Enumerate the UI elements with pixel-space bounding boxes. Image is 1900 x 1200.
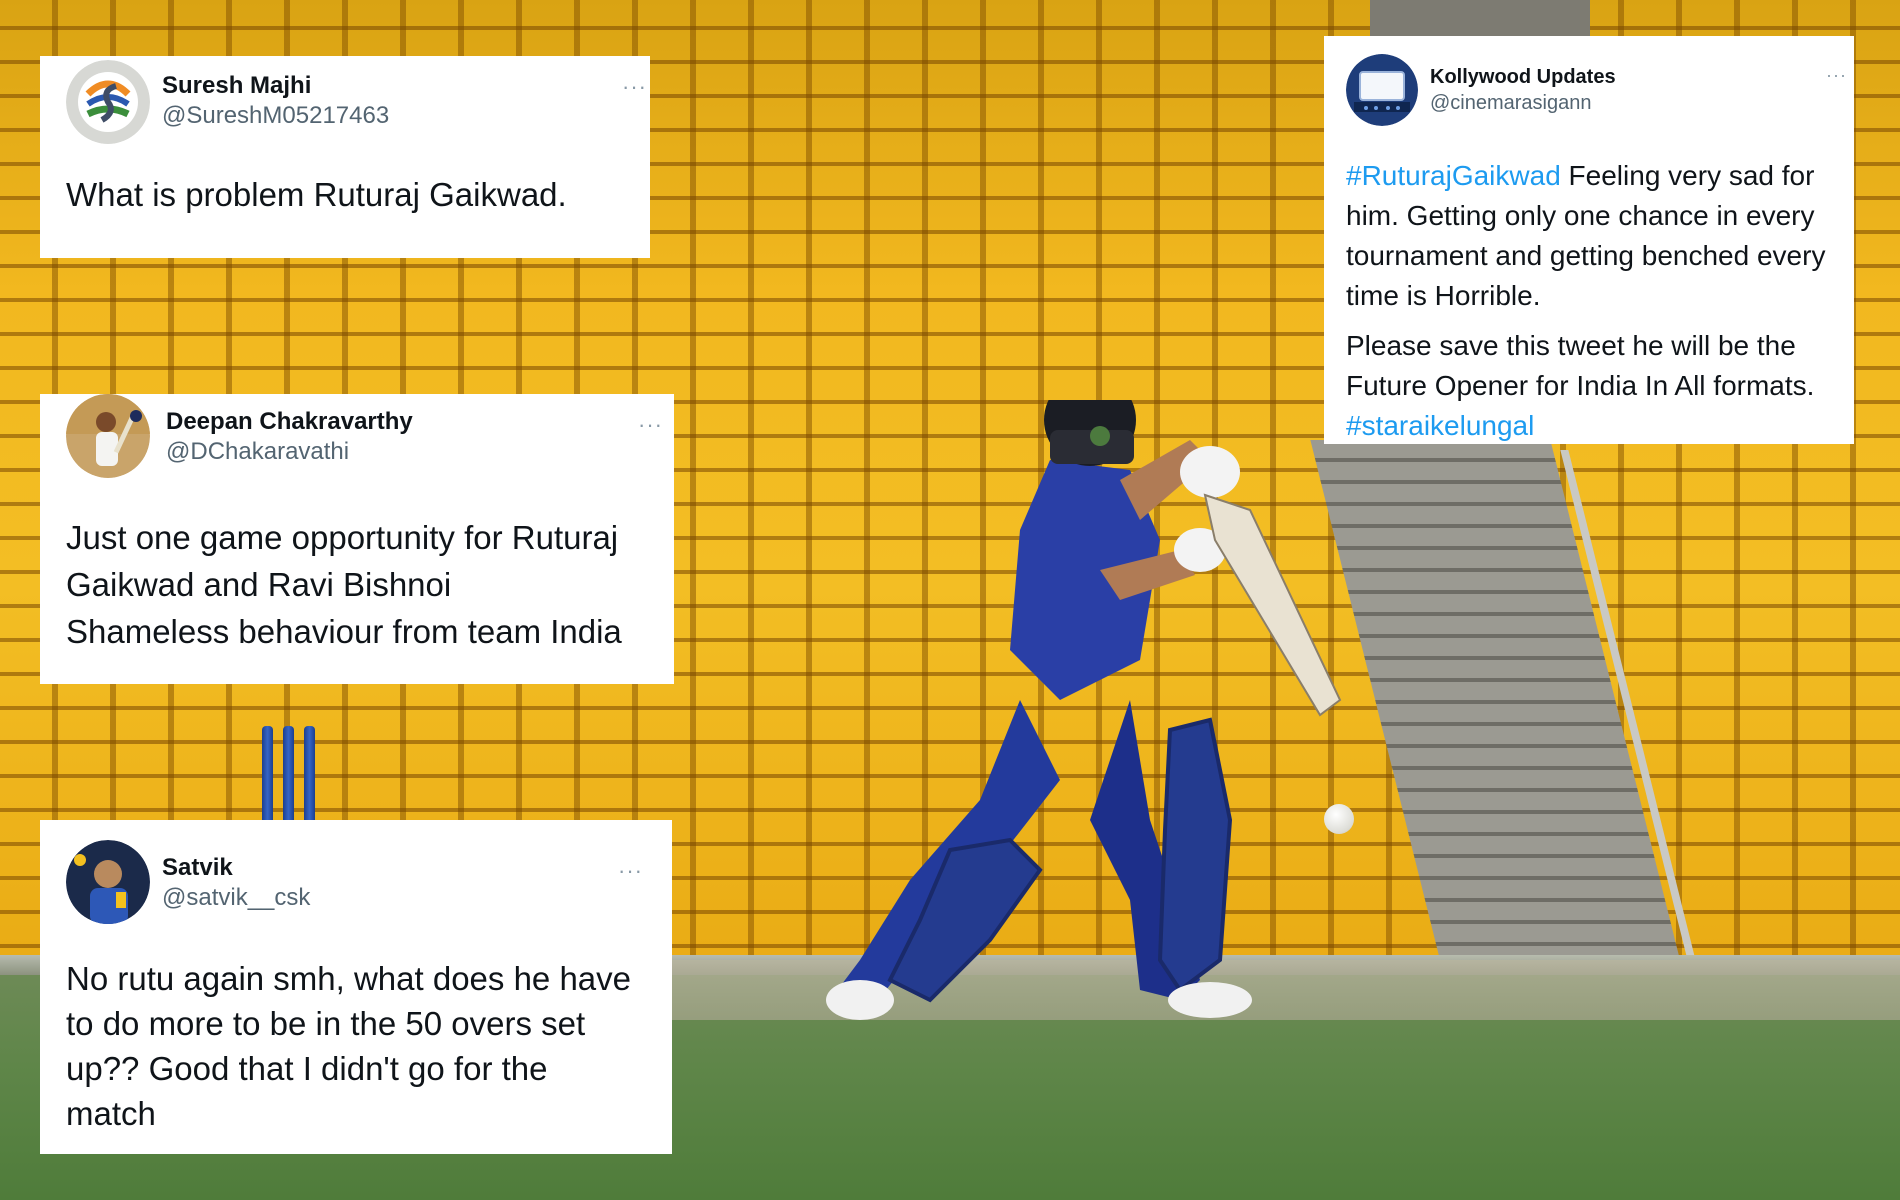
avatar-image — [66, 394, 150, 478]
avatar[interactable] — [66, 840, 150, 924]
display-name[interactable]: Satvik — [162, 854, 233, 882]
avatar[interactable] — [1346, 54, 1418, 126]
more-options-icon[interactable]: ··· — [1826, 66, 1847, 84]
tweet-card[interactable]: Suresh Majhi @SureshM05217463 ··· What i… — [40, 56, 650, 258]
user-handle[interactable]: @cinemarasigann — [1430, 92, 1592, 115]
avatar[interactable] — [66, 60, 150, 144]
tweet-text: Just one game opportunity for Ruturaj Ga… — [66, 514, 622, 655]
hashtag-link[interactable]: #RuturajGaikwad — [1346, 160, 1561, 191]
cricket-stumps — [262, 726, 320, 821]
user-handle[interactable]: @DChakaravathi — [166, 438, 349, 466]
tweet-text-line: up?? Good that I didn't go for the — [66, 1050, 548, 1087]
user-handle[interactable]: @SureshM05217463 — [162, 102, 389, 130]
display-name[interactable]: Deepan Chakravarthy — [166, 408, 413, 436]
display-name[interactable]: Kollywood Updates — [1430, 66, 1616, 89]
tweet-paragraph: #RuturajGaikwad Feeling very sad for him… — [1346, 156, 1846, 316]
stadium-aisle-top — [1370, 0, 1590, 40]
user-handle[interactable]: @satvik__csk — [162, 884, 310, 912]
batsman-figure — [826, 400, 1342, 1020]
cricket-ball — [1324, 804, 1354, 834]
tweet-text-line: Shameless behaviour from team India — [66, 613, 622, 650]
tweet-paragraph-text: Please save this tweet he will be the Fu… — [1346, 330, 1815, 401]
tweet-text: #RuturajGaikwad Feeling very sad for him… — [1346, 156, 1846, 456]
tweet-text-line: match — [66, 1095, 156, 1132]
avatar[interactable] — [66, 394, 150, 478]
tweet-text: No rutu again smh, what does he have to … — [66, 956, 631, 1136]
hashtag-link[interactable]: #staraikelungal — [1346, 410, 1534, 441]
avatar-image — [66, 60, 150, 144]
display-name[interactable]: Suresh Majhi — [162, 72, 311, 100]
tweet-card[interactable]: Kollywood Updates @cinemarasigann ··· #R… — [1324, 36, 1854, 444]
avatar-image — [1346, 54, 1418, 126]
tweet-card[interactable]: Satvik @satvik__csk ··· No rutu again sm… — [40, 820, 672, 1154]
tweet-text: What is problem Ruturaj Gaikwad. — [66, 176, 567, 213]
more-options-icon[interactable]: ··· — [638, 414, 663, 436]
more-options-icon[interactable]: ··· — [618, 860, 643, 882]
tweet-card[interactable]: Deepan Chakravarthy @DChakaravathi ··· J… — [40, 394, 674, 684]
tweet-text-line: Just one game opportunity for Ruturaj — [66, 519, 619, 556]
tweet-paragraph: Please save this tweet he will be the Fu… — [1346, 326, 1846, 446]
more-options-icon[interactable]: ··· — [622, 76, 647, 98]
tweet-text-line: No rutu again smh, what does he have — [66, 960, 632, 997]
tweet-text-line: to do more to be in the 50 overs set — [66, 1005, 586, 1042]
tweet-text-line: Gaikwad and Ravi Bishnoi — [66, 566, 452, 603]
avatar-image — [66, 840, 150, 924]
